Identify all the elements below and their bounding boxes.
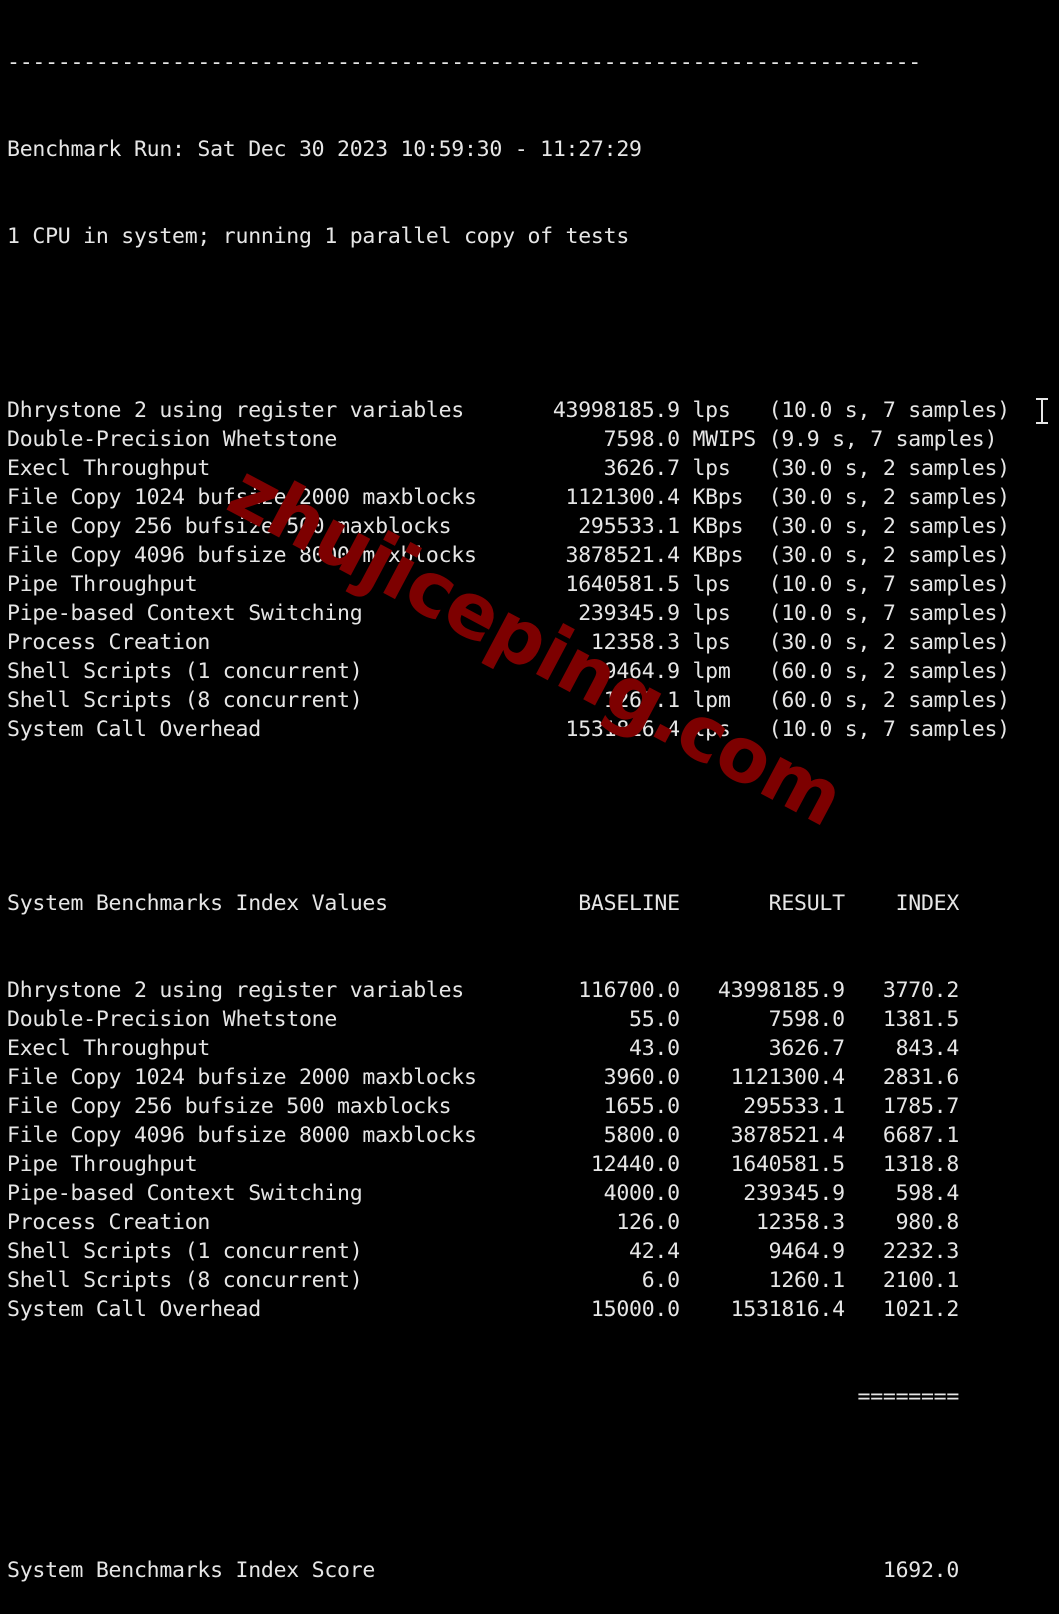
index-row: Shell Scripts (1 concurrent) 42.4 9464.9… [7,1239,960,1264]
raw-result-row: File Copy 256 bufsize 500 maxblocks 2955… [7,514,1010,539]
raw-result-row: Process Creation 12358.3 lps (30.0 s, 2 … [7,630,1010,655]
index-row: File Copy 256 bufsize 500 maxblocks 1655… [7,1094,960,1119]
index-row: Double-Precision Whetstone 55.0 7598.0 1… [7,1007,960,1032]
raw-result-row: File Copy 4096 bufsize 8000 maxblocks 38… [7,543,1010,568]
run-header: Benchmark Run: Sat Dec 30 2023 10:59:30 … [7,137,642,162]
score-rule: ======== [7,1384,960,1409]
terminal-output[interactable]: ----------------------------------------… [7,0,1010,1614]
index-row: Dhrystone 2 using register variables 116… [7,978,960,1003]
index-row: Process Creation 126.0 12358.3 980.8 [7,1210,960,1235]
raw-result-row: Shell Scripts (1 concurrent) 9464.9 lpm … [7,659,1010,684]
cpu-info: 1 CPU in system; running 1 parallel copy… [7,224,630,249]
index-header: System Benchmarks Index Values BASELINE … [7,891,960,916]
index-row: Pipe-based Context Switching 4000.0 2393… [7,1181,960,1206]
raw-result-row: Pipe Throughput 1640581.5 lps (10.0 s, 7… [7,572,1010,597]
index-row: Pipe Throughput 12440.0 1640581.5 1318.8 [7,1152,960,1177]
index-row: Shell Scripts (8 concurrent) 6.0 1260.1 … [7,1268,960,1293]
raw-result-row: System Call Overhead 1531816.4 lps (10.0… [7,717,1010,742]
raw-result-row: Execl Throughput 3626.7 lps (30.0 s, 2 s… [7,456,1010,481]
raw-result-row: Double-Precision Whetstone 7598.0 MWIPS … [7,427,998,452]
index-row: Execl Throughput 43.0 3626.7 843.4 [7,1036,960,1061]
index-row: File Copy 4096 bufsize 8000 maxblocks 58… [7,1123,960,1148]
index-row: System Call Overhead 15000.0 1531816.4 1… [7,1297,960,1322]
raw-result-row: Dhrystone 2 using register variables 439… [7,398,1010,423]
raw-result-row: Pipe-based Context Switching 239345.9 lp… [7,601,1010,626]
raw-result-row: File Copy 1024 bufsize 2000 maxblocks 11… [7,485,1010,510]
raw-results: Dhrystone 2 using register variables 439… [7,396,1010,744]
index-score: System Benchmarks Index Score 1692.0 [7,1558,960,1583]
index-row: File Copy 1024 bufsize 2000 maxblocks 39… [7,1065,960,1090]
text-cursor-icon [1036,398,1048,424]
separator-line: ----------------------------------------… [7,50,921,75]
index-table: Dhrystone 2 using register variables 116… [7,976,1010,1324]
raw-result-row: Shell Scripts (8 concurrent) 1260.1 lpm … [7,688,1010,713]
